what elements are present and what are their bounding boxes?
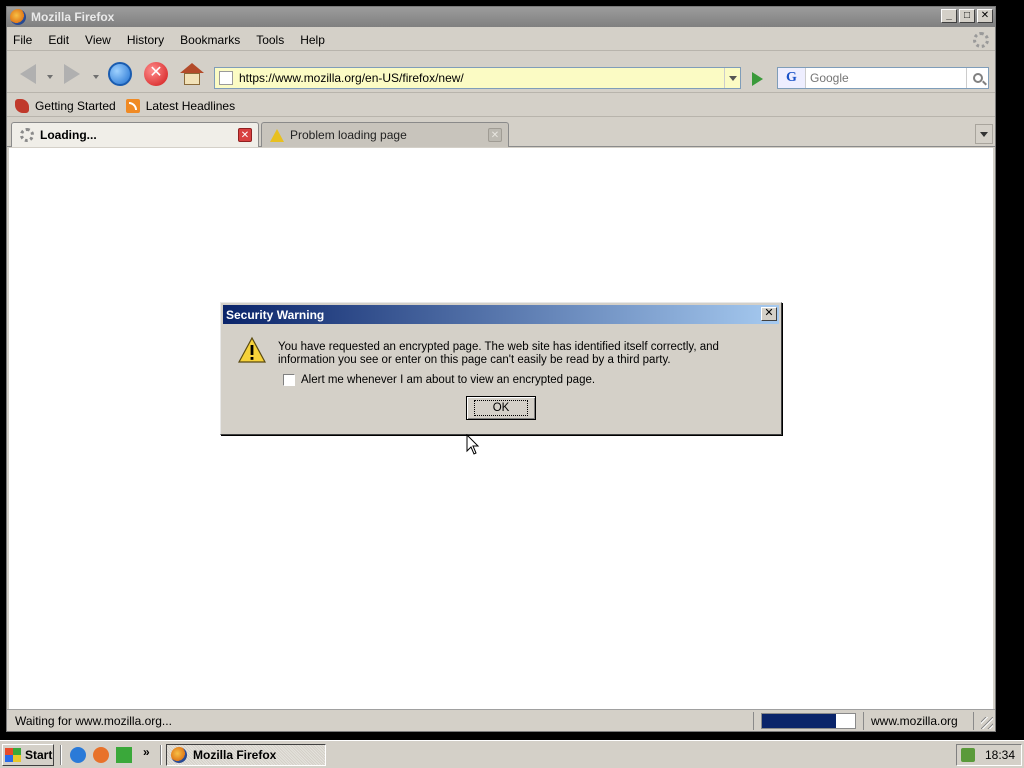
mozilla-bookmark-icon xyxy=(15,98,29,113)
dialog-title: Security Warning xyxy=(226,307,325,322)
navigation-toolbar: ✕ https://www.mozilla.org/en-US/firefox/… xyxy=(7,53,995,93)
tab-label: Loading... xyxy=(40,128,97,142)
close-window-button[interactable]: ✕ xyxy=(977,9,993,23)
clock[interactable]: 18:34 xyxy=(985,748,1015,762)
menu-help[interactable]: Help xyxy=(300,33,325,47)
reload-button[interactable] xyxy=(107,61,133,87)
progress-fill xyxy=(762,714,837,728)
stop-icon: ✕ xyxy=(144,62,168,86)
tab-problem-loading[interactable]: Problem loading page ✕ xyxy=(261,122,509,147)
go-button[interactable] xyxy=(747,69,767,89)
ok-button[interactable]: OK xyxy=(466,396,536,420)
bookmarks-toolbar: Getting Started Latest Headlines xyxy=(7,95,995,117)
menu-edit[interactable]: Edit xyxy=(48,33,69,47)
windows-logo-icon xyxy=(5,748,21,762)
search-icon xyxy=(972,73,983,83)
chevron-down-icon xyxy=(980,131,988,137)
warning-icon xyxy=(270,128,284,142)
forward-history-dropdown-icon[interactable] xyxy=(93,75,99,79)
internet-explorer-icon[interactable] xyxy=(70,747,86,763)
start-button[interactable]: Start xyxy=(2,744,54,766)
loading-spinner-icon xyxy=(20,128,34,142)
url-bar[interactable]: https://www.mozilla.org/en-US/firefox/ne… xyxy=(214,67,741,89)
page-favicon-icon xyxy=(219,71,233,85)
status-divider xyxy=(753,712,754,730)
reload-icon xyxy=(108,62,132,86)
menu-view[interactable]: View xyxy=(85,33,111,47)
tab-list-button[interactable] xyxy=(975,124,993,144)
warning-triangle-icon xyxy=(238,336,266,363)
menu-bookmarks[interactable]: Bookmarks xyxy=(180,33,240,47)
firefox-icon xyxy=(10,9,26,25)
status-host: www.mozilla.org xyxy=(871,714,958,728)
tab-loading[interactable]: Loading... ✕ xyxy=(11,122,259,147)
status-text: Waiting for www.mozilla.org... xyxy=(15,714,172,728)
taskbar-divider xyxy=(60,745,62,765)
title-bar[interactable]: Mozilla Firefox _ □ ✕ xyxy=(7,7,995,27)
bookmark-label: Latest Headlines xyxy=(145,98,236,113)
security-warning-dialog: Security Warning ✕ You have requested an… xyxy=(220,302,782,435)
close-tab-button[interactable]: ✕ xyxy=(488,128,502,142)
url-text[interactable]: https://www.mozilla.org/en-US/firefox/ne… xyxy=(239,71,724,85)
tab-strip: Loading... ✕ Problem loading page ✕ xyxy=(7,119,995,147)
activity-throbber-icon xyxy=(973,32,989,48)
minimize-button[interactable]: _ xyxy=(941,9,957,23)
back-history-dropdown-icon[interactable] xyxy=(47,75,53,79)
search-input[interactable] xyxy=(806,71,966,85)
forward-arrow-icon xyxy=(64,64,80,84)
taskbar-divider xyxy=(160,745,162,765)
browser-quicklaunch-icon[interactable] xyxy=(93,747,109,763)
mouse-cursor-icon xyxy=(466,434,480,455)
status-divider xyxy=(863,712,864,730)
taskbar: Start » Mozilla Firefox 18:34 xyxy=(0,740,1024,768)
home-icon xyxy=(180,63,204,85)
network-tray-icon[interactable] xyxy=(961,748,975,762)
bookmark-getting-started[interactable]: Getting Started xyxy=(15,98,116,113)
show-desktop-icon[interactable] xyxy=(116,747,132,763)
dialog-close-button[interactable]: ✕ xyxy=(761,307,777,321)
chevron-down-icon xyxy=(728,75,737,81)
rss-feed-icon xyxy=(125,98,140,113)
url-history-dropdown[interactable] xyxy=(724,68,740,88)
menu-tools[interactable]: Tools xyxy=(256,33,284,47)
google-icon: G xyxy=(786,70,797,85)
menu-history[interactable]: History xyxy=(127,33,164,47)
alert-checkbox-label[interactable]: Alert me whenever I am about to view an … xyxy=(301,374,595,386)
menu-file[interactable]: File xyxy=(13,33,32,47)
stop-button[interactable]: ✕ xyxy=(143,61,169,87)
quicklaunch-more-button[interactable]: » xyxy=(143,745,150,759)
resize-grip-icon[interactable] xyxy=(981,717,993,729)
maximize-button[interactable]: □ xyxy=(959,9,975,23)
forward-button[interactable] xyxy=(59,61,85,87)
tab-label: Problem loading page xyxy=(290,128,407,142)
status-bar: Waiting for www.mozilla.org... www.mozil… xyxy=(7,709,995,731)
search-bar: G xyxy=(777,67,989,89)
window-controls: _ □ ✕ xyxy=(941,9,993,23)
back-arrow-icon xyxy=(20,64,36,84)
search-button[interactable] xyxy=(966,68,988,88)
dialog-title-bar[interactable]: Security Warning xyxy=(223,305,779,324)
progress-meter xyxy=(761,713,856,729)
ok-button-label: OK xyxy=(473,400,529,416)
system-tray: 18:34 xyxy=(956,744,1022,766)
dialog-message: You have requested an encrypted page. Th… xyxy=(278,341,719,366)
bookmark-latest-headlines[interactable]: Latest Headlines xyxy=(125,98,236,113)
start-label: Start xyxy=(25,748,53,762)
alert-checkbox[interactable] xyxy=(283,374,295,386)
go-arrow-icon xyxy=(751,72,763,86)
task-label: Mozilla Firefox xyxy=(193,748,277,762)
status-divider xyxy=(973,712,974,730)
firefox-icon xyxy=(171,747,187,763)
back-button[interactable] xyxy=(15,61,41,87)
close-tab-button[interactable]: ✕ xyxy=(238,128,252,142)
bookmark-label: Getting Started xyxy=(35,98,116,113)
taskbar-firefox-button[interactable]: Mozilla Firefox xyxy=(166,744,326,766)
home-button[interactable] xyxy=(179,61,205,87)
search-engine-selector[interactable]: G xyxy=(778,68,806,88)
menu-bar: File Edit View History Bookmarks Tools H… xyxy=(7,29,995,51)
window-title: Mozilla Firefox xyxy=(31,10,115,24)
